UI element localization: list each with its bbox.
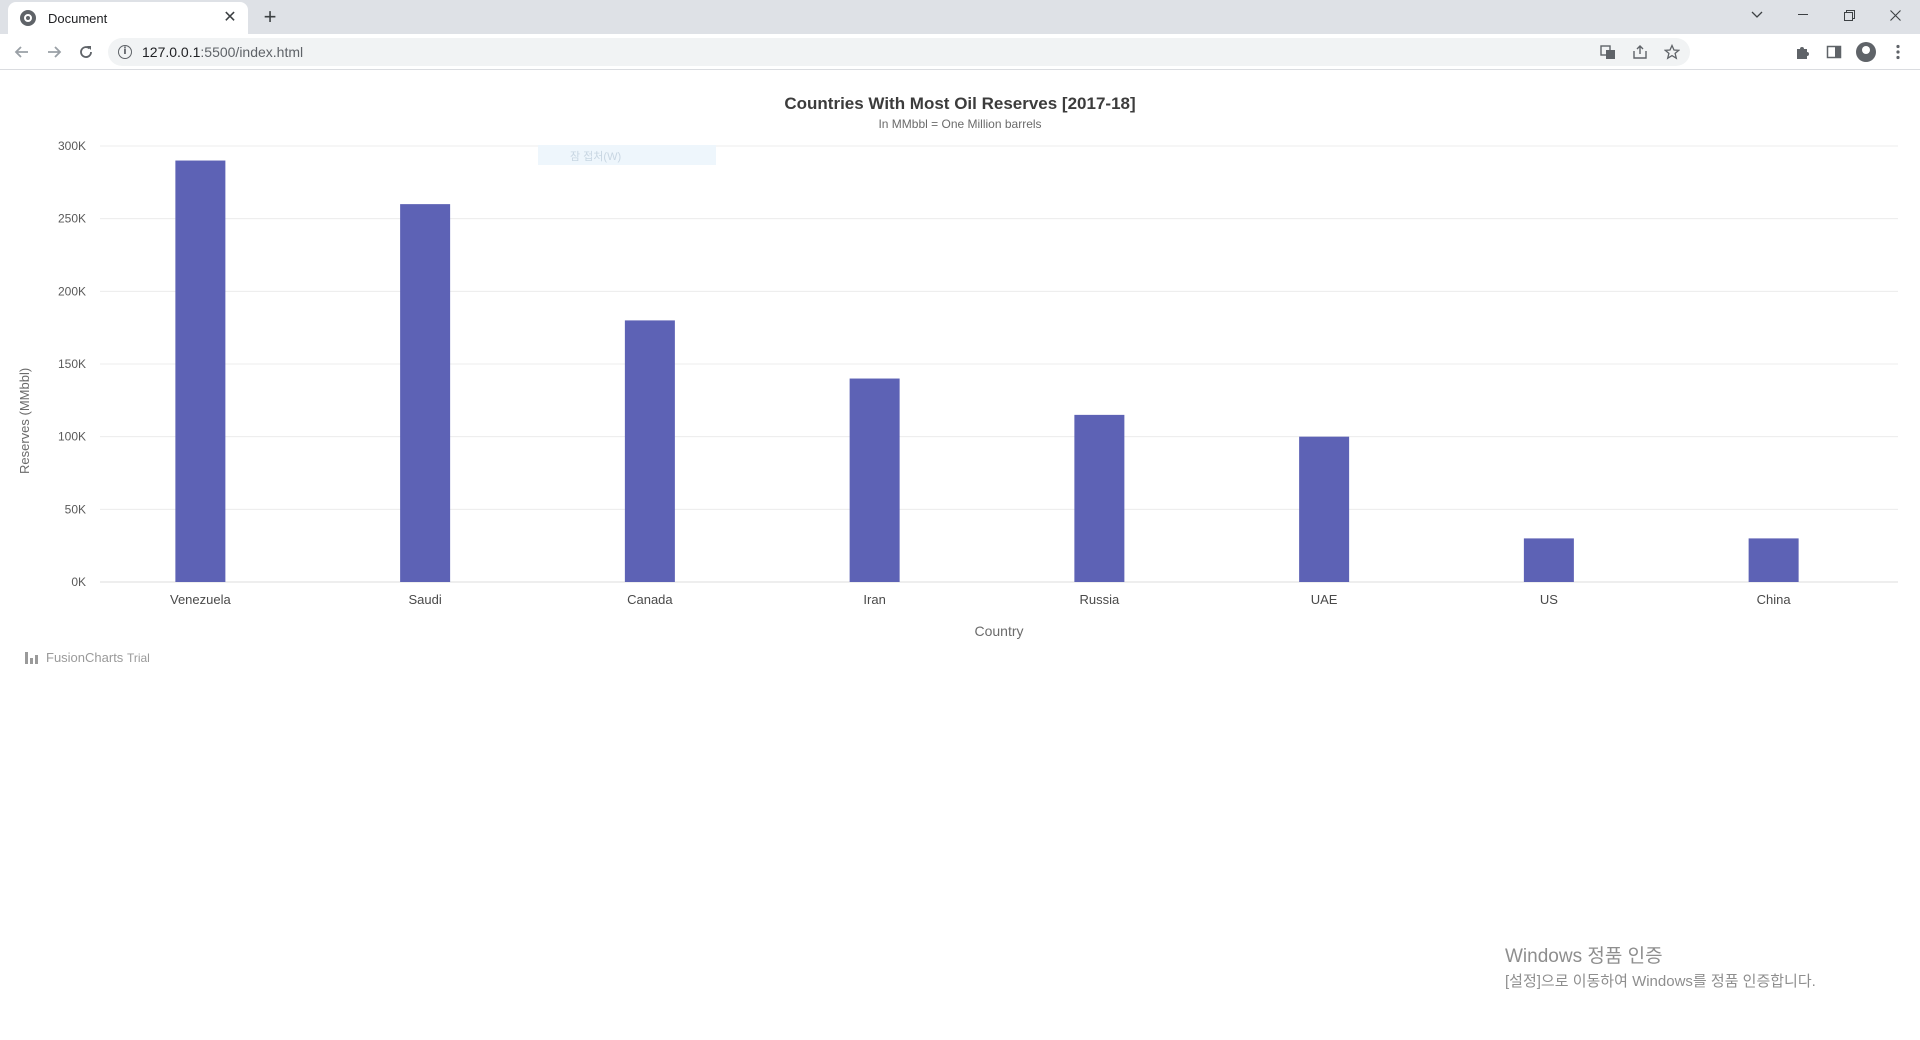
x-tick-label: Saudi <box>409 592 442 607</box>
fusioncharts-brand: FusionCharts <box>46 650 124 665</box>
bar[interactable] <box>1074 414 1125 582</box>
forward-arrow-icon[interactable] <box>40 38 68 66</box>
translate-icon[interactable] <box>1598 42 1618 62</box>
x-tick-label: US <box>1540 592 1558 607</box>
watermark-subtitle: [설정]으로 이동하여 Windows를 정품 인증합니다. <box>1505 973 1816 990</box>
tab-search-icon[interactable] <box>1734 0 1780 30</box>
address-bar[interactable]: i 127.0.0.1:5500/index.html <box>108 38 1690 66</box>
tab-document[interactable]: Document ✕ <box>8 2 248 34</box>
y-tick-label: 0K <box>71 575 86 589</box>
url-host: 127.0.0.1 <box>142 44 201 60</box>
share-icon[interactable] <box>1630 42 1650 62</box>
tab-title: Document <box>48 10 108 26</box>
new-tab-button[interactable]: + <box>258 6 282 30</box>
y-axis-title: Reserves (MMbbl) <box>17 367 32 475</box>
bar[interactable] <box>175 160 226 582</box>
reload-icon[interactable] <box>72 38 100 66</box>
x-tick-label: Canada <box>627 592 673 607</box>
page-content: 0K 50K 100K 150K 200K 250K 300K Venezuela Saudi C… <box>0 71 1920 1040</box>
y-tick-label: 100K <box>58 430 86 444</box>
y-tick-label: 250K <box>58 212 86 226</box>
x-tick-label: Venezuela <box>170 592 231 607</box>
bar[interactable] <box>624 320 675 582</box>
omnibox-actions <box>1598 42 1682 62</box>
fusioncharts-mark-icon <box>25 651 38 664</box>
fusioncharts-trial: Trial <box>126 651 150 665</box>
toolbar: i 127.0.0.1:5500/index.html <box>0 34 1920 70</box>
tab-strip: Document ✕ + <box>0 0 1920 34</box>
windows-activation-watermark: Windows 정품 인증 [설정]으로 이동하여 Windows를 정품 인증… <box>1505 941 1816 991</box>
url-path: :5500/index.html <box>200 44 304 60</box>
bar[interactable] <box>400 204 451 582</box>
minimize-icon[interactable] <box>1780 0 1826 30</box>
x-tick-label: UAE <box>1311 592 1338 607</box>
side-panel-icon[interactable] <box>1824 42 1844 62</box>
x-tick-label: Russia <box>1080 592 1121 607</box>
fusioncharts-logo[interactable]: FusionCharts Trial <box>25 650 150 665</box>
bar[interactable] <box>849 378 900 582</box>
menu-kebab-icon[interactable] <box>1888 42 1908 62</box>
fusioncharts-label: FusionCharts Trial <box>46 650 150 665</box>
bookmark-star-icon[interactable] <box>1662 42 1682 62</box>
restore-icon[interactable] <box>1826 0 1872 30</box>
bar[interactable] <box>1748 538 1799 582</box>
y-tick-label: 200K <box>58 284 86 298</box>
x-tick-label: Iran <box>863 592 885 607</box>
close-window-icon[interactable] <box>1872 0 1918 30</box>
y-tick-label: 300K <box>58 139 86 153</box>
chart-subtitle: In MMbbl = One Million barrels <box>878 117 1042 131</box>
x-tick-label: China <box>1757 592 1792 607</box>
context-menu-ghost: 잠 접처(W) <box>538 145 716 165</box>
globe-icon <box>20 10 36 26</box>
extensions-puzzle-icon[interactable] <box>1792 42 1812 62</box>
bar[interactable] <box>1523 538 1574 582</box>
close-tab-icon[interactable]: ✕ <box>222 10 238 26</box>
y-tick-label: 50K <box>65 502 86 516</box>
y-tick-label: 150K <box>58 357 86 371</box>
chart-title: Countries With Most Oil Reserves [2017-1… <box>784 94 1136 113</box>
avatar <box>1856 42 1876 62</box>
x-axis-title: Country <box>974 623 1024 639</box>
url-text[interactable]: 127.0.0.1:5500/index.html <box>142 44 303 60</box>
back-arrow-icon[interactable] <box>8 38 36 66</box>
profile-avatar-icon[interactable] <box>1856 42 1876 62</box>
watermark-title: Windows 정품 인증 <box>1505 946 1663 967</box>
bar[interactable] <box>1299 436 1350 582</box>
site-info-icon[interactable]: i <box>118 45 132 59</box>
